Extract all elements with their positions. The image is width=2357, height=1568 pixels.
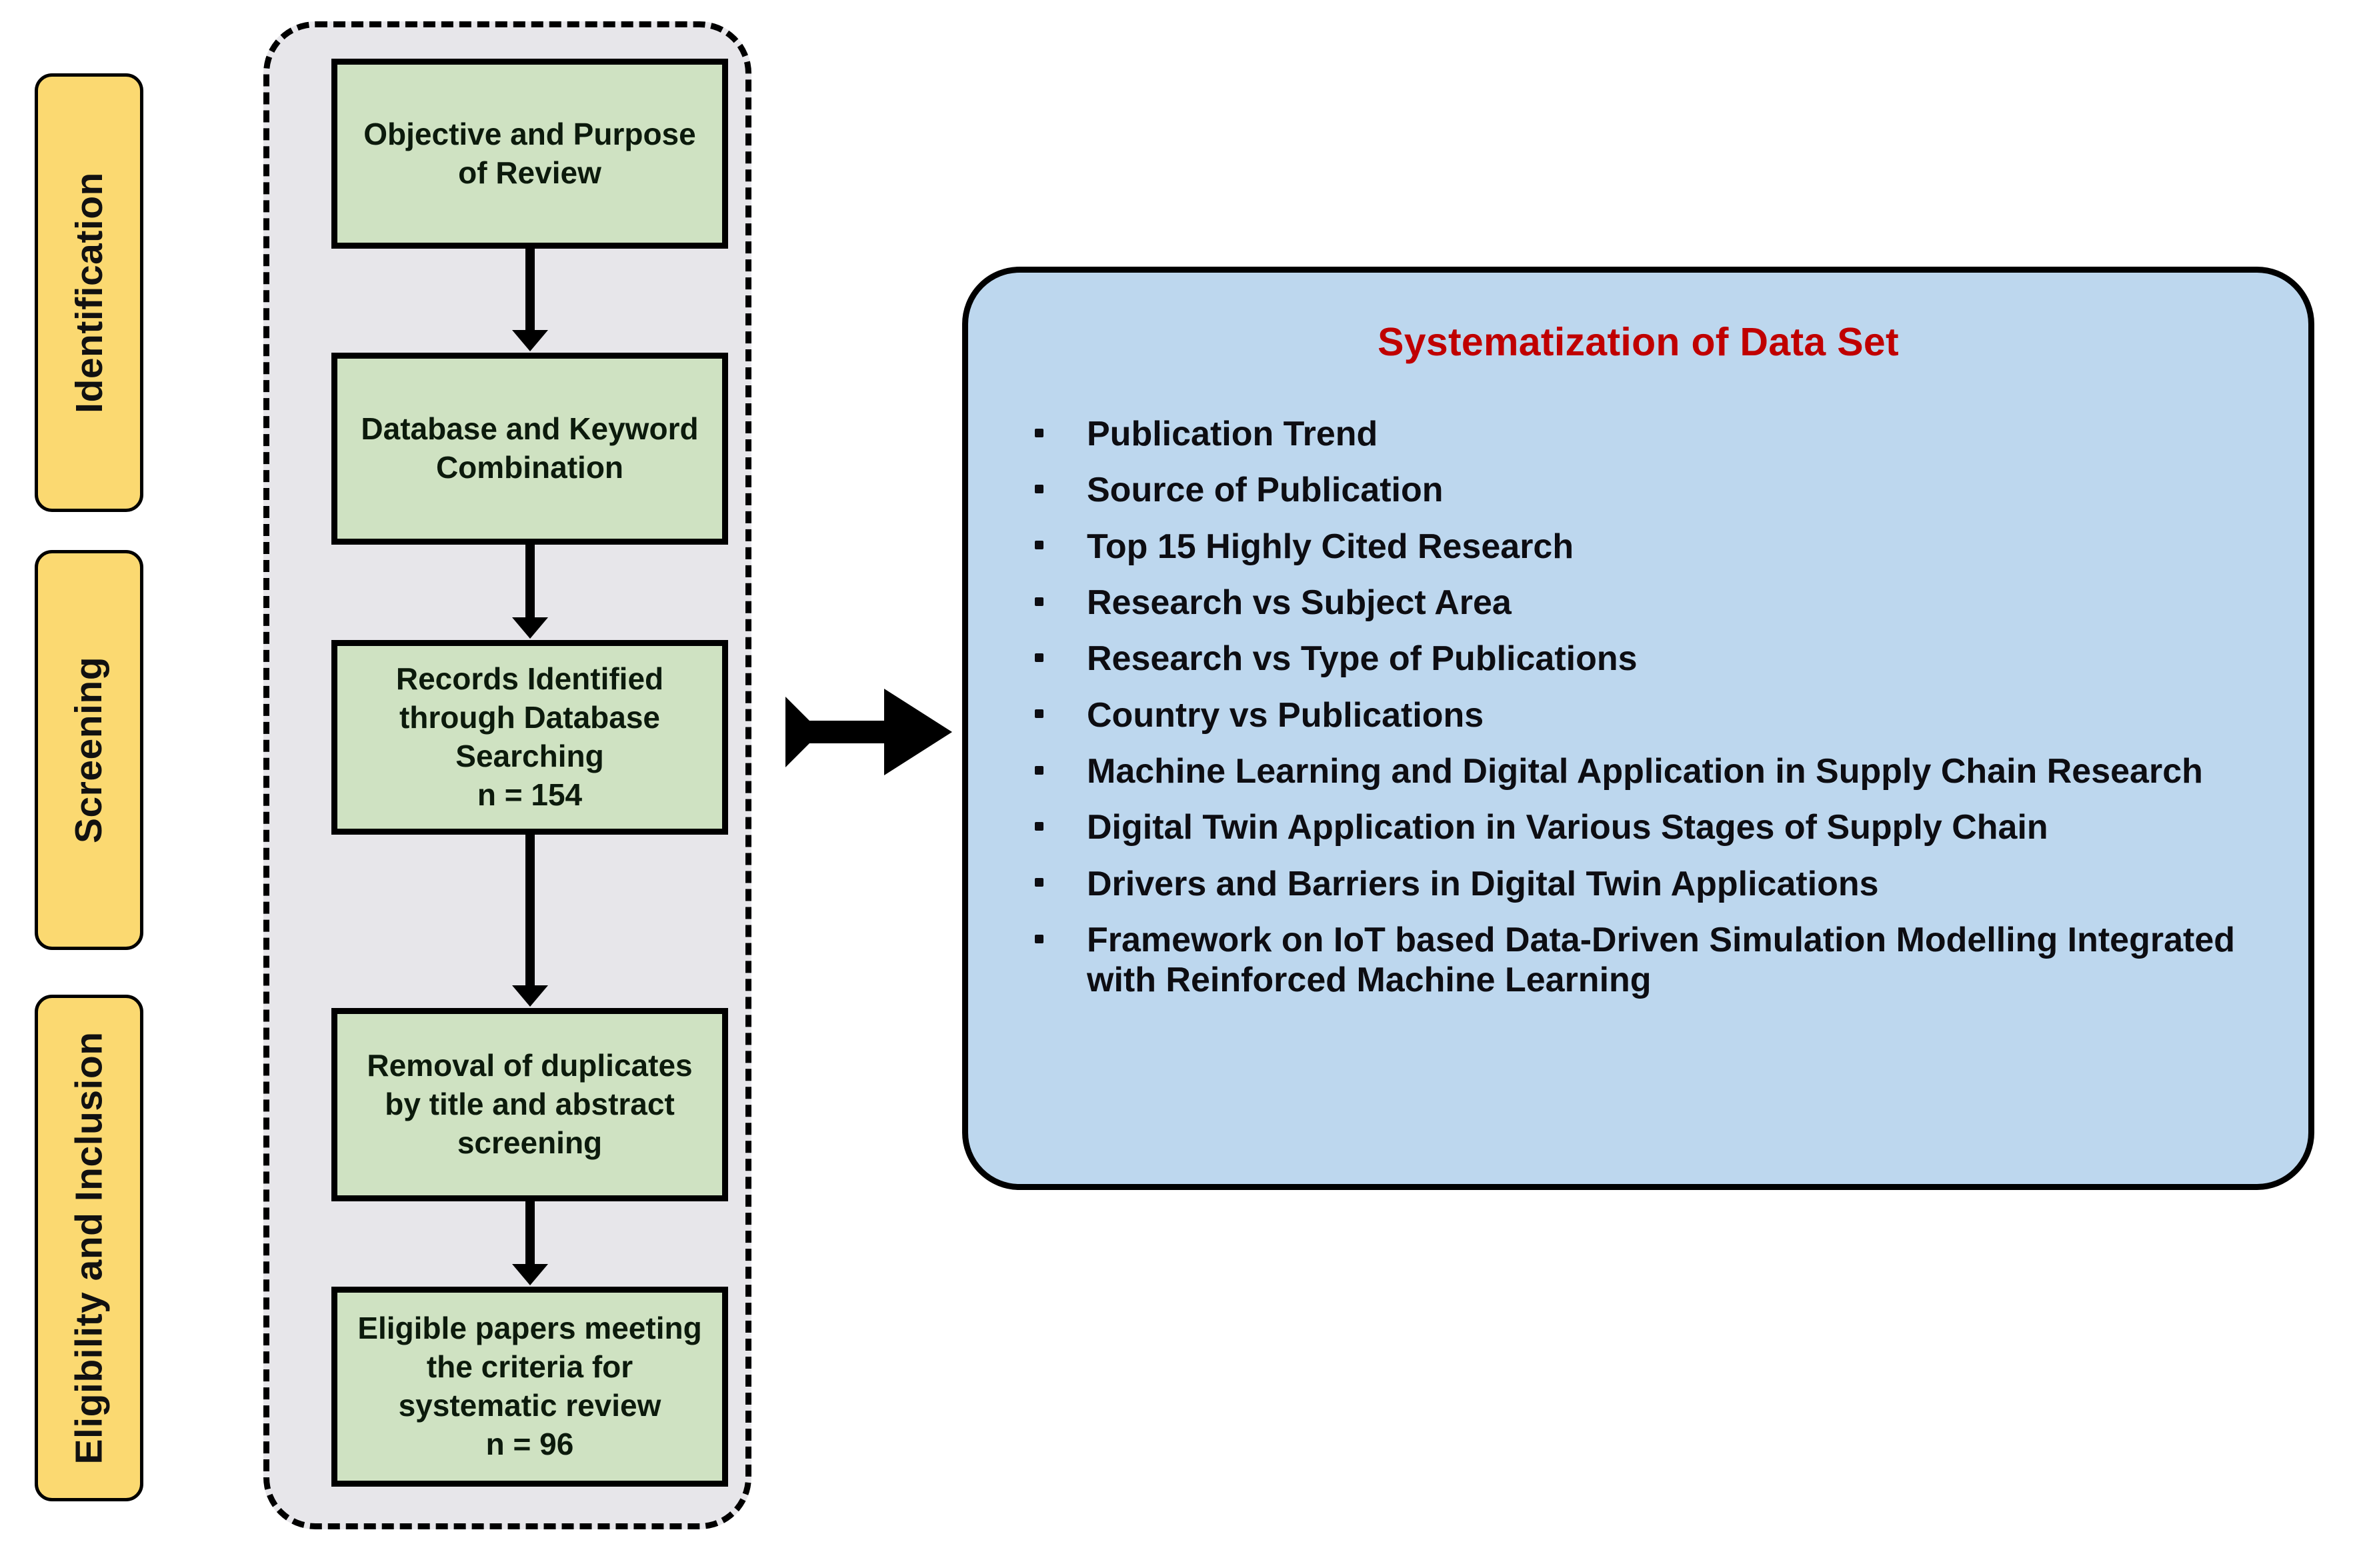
bullet-icon bbox=[1035, 428, 1043, 437]
right-arrow-icon bbox=[785, 686, 952, 778]
list-item: Research vs Subject Area bbox=[1007, 583, 2270, 623]
bullet-icon bbox=[1035, 541, 1043, 550]
diagram-canvas: Identification Screening Eligibility and… bbox=[0, 0, 2357, 1568]
list-item: Country vs Publications bbox=[1007, 695, 2270, 735]
connector-arrow-down-3 bbox=[525, 835, 535, 989]
panel-title: Systematization of Data Set bbox=[1378, 320, 1899, 364]
list-item-label: Drivers and Barriers in Digital Twin App… bbox=[1087, 864, 1879, 903]
systematization-item-list: Publication Trend Source of Publication … bbox=[1007, 414, 2270, 1000]
bullet-icon bbox=[1035, 934, 1043, 943]
flow-step-records-identified: Records Identified through Database Sear… bbox=[331, 640, 728, 835]
phase-label-eligibility-and-inclusion: Eligibility and Inclusion bbox=[35, 995, 143, 1501]
list-item-label: Machine Learning and Digital Application… bbox=[1087, 751, 2203, 791]
list-item-label: Publication Trend bbox=[1087, 415, 1378, 453]
list-item: Top 15 Highly Cited Research bbox=[1007, 527, 2270, 567]
list-item: Framework on IoT based Data-Driven Simul… bbox=[1007, 920, 2270, 1001]
phase-label-screening: Screening bbox=[35, 550, 143, 950]
systematization-panel: Systematization of Data Set Publication … bbox=[962, 267, 2314, 1190]
flow-step-database-and-keyword-combination: Database and Keyword Combination bbox=[331, 353, 728, 545]
phase-label-identification-text: Identification bbox=[67, 172, 111, 413]
phase-label-screening-text: Screening bbox=[67, 656, 111, 844]
list-item-label: Digital Twin Application in Various Stag… bbox=[1087, 808, 2048, 847]
list-item: Machine Learning and Digital Application… bbox=[1007, 751, 2270, 791]
bullet-icon bbox=[1035, 765, 1043, 775]
list-item-label: Country vs Publications bbox=[1087, 695, 1484, 735]
list-item-label: Research vs Subject Area bbox=[1087, 583, 1512, 622]
list-item: Source of Publication bbox=[1007, 470, 2270, 510]
bullet-icon bbox=[1035, 597, 1043, 606]
flow-step-removal-of-duplicates: Removal of duplicates by title and abstr… bbox=[331, 1008, 728, 1201]
list-item-label: Top 15 Highly Cited Research bbox=[1087, 527, 1574, 566]
flow-step-eligible-papers: Eligible papers meeting the criteria for… bbox=[331, 1287, 728, 1487]
bullet-icon bbox=[1035, 653, 1043, 663]
list-item: Drivers and Barriers in Digital Twin App… bbox=[1007, 864, 2270, 904]
bullet-icon bbox=[1035, 709, 1043, 719]
bullet-icon bbox=[1035, 485, 1043, 494]
list-item-label: Research vs Type of Publications bbox=[1087, 639, 1638, 679]
list-item: Research vs Type of Publications bbox=[1007, 639, 2270, 679]
bullet-icon bbox=[1035, 822, 1043, 831]
list-item-label: Framework on IoT based Data-Driven Simul… bbox=[1087, 920, 2236, 1000]
list-item: Digital Twin Application in Various Stag… bbox=[1007, 807, 2270, 847]
bullet-icon bbox=[1035, 878, 1043, 887]
flow-step-objective-and-purpose: Objective and Purpose of Review bbox=[331, 59, 728, 249]
connector-arrow-down-2 bbox=[525, 545, 535, 621]
list-item: Publication Trend bbox=[1007, 414, 2270, 454]
phase-label-identification: Identification bbox=[35, 73, 143, 512]
connector-arrow-down-1 bbox=[525, 249, 535, 334]
phase-label-eligibility-and-inclusion-text: Eligibility and Inclusion bbox=[67, 1031, 111, 1465]
list-item-label: Source of Publication bbox=[1087, 471, 1444, 510]
connector-arrow-down-4 bbox=[525, 1201, 535, 1268]
